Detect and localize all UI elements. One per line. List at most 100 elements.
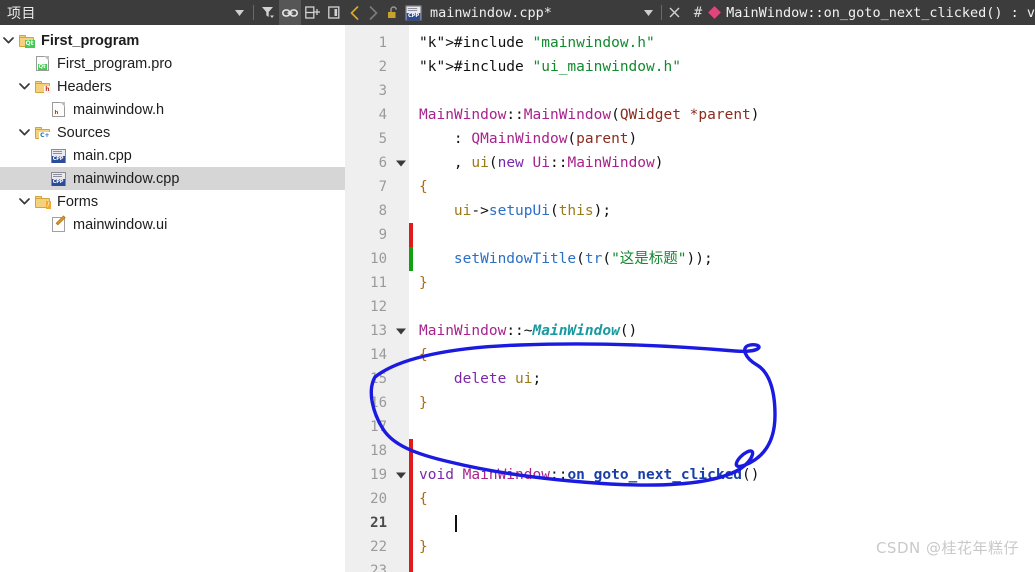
project-tree[interactable]: Qt First_program Qt First_program.pro h Heade… <box>0 25 345 236</box>
tree-item-first-program-pro[interactable]: Qt First_program.pro <box>0 52 345 75</box>
qt-creator-window: 项目 Qt First_program Qt First_program.pro… <box>0 0 1035 572</box>
tree-item-mainwindow-h[interactable]: h mainwindow.h <box>0 98 345 121</box>
tree-item-label: First_program.pro <box>57 55 173 72</box>
code-line[interactable]: MainWindow::MainWindow(QWidget *parent) <box>419 103 1035 127</box>
chevron-down-icon[interactable] <box>16 190 32 213</box>
code-line[interactable]: { <box>419 487 1035 511</box>
back-arrow-icon[interactable] <box>345 0 364 25</box>
split-add-icon[interactable] <box>301 0 323 25</box>
tree-item-forms[interactable]: / Forms <box>0 190 345 213</box>
line-number: 6 <box>378 155 387 171</box>
fold-empty <box>393 487 409 511</box>
code-line[interactable]: { <box>419 343 1035 367</box>
fold-empty <box>393 343 409 367</box>
editor-tab-filename[interactable]: mainwindow.cpp* <box>430 5 552 21</box>
code-line[interactable]: "k">#include "ui_mainwindow.h" <box>419 55 1035 79</box>
csdn-watermark: CSDN @桂花年糕仔 <box>875 539 1019 557</box>
code-line[interactable] <box>419 79 1035 103</box>
tree-item-label: First_program <box>41 32 140 49</box>
line-number: 15 <box>370 371 387 387</box>
line-number: 22 <box>370 539 387 555</box>
code-line[interactable] <box>419 295 1035 319</box>
code-text-area[interactable]: "k">#include "mainwindow.h" "k">#include … <box>413 25 1035 572</box>
fold-empty <box>393 223 409 247</box>
code-editor[interactable]: 1 2 3 4 5 6 7 8 9 10 11 12 13 14 15 16 17 18 19 20 21 22 23 "k… <box>345 25 1035 572</box>
unlocked-padlock-icon[interactable] <box>383 0 402 25</box>
tree-item-label: mainwindow.cpp <box>73 170 180 187</box>
tree-item-label: Forms <box>57 193 99 210</box>
line-number: 20 <box>370 491 387 507</box>
fold-triangle-icon[interactable] <box>393 151 409 175</box>
chevron-down-icon[interactable] <box>16 75 32 98</box>
dropdown-arrow-icon[interactable] <box>228 0 250 25</box>
fold-empty <box>393 79 409 103</box>
fold-empty <box>393 367 409 391</box>
line-number: 21 <box>370 515 387 531</box>
code-line[interactable] <box>419 511 1035 535</box>
line-number: 17 <box>370 419 387 435</box>
tree-item-label: Sources <box>57 124 111 141</box>
code-line[interactable]: ui->setupUi(this); <box>419 199 1035 223</box>
tree-item-label: mainwindow.h <box>73 101 165 118</box>
project-panel: 项目 Qt First_program Qt First_program.pro… <box>0 0 345 572</box>
tree-item-mainwindow-ui[interactable]: mainwindow.ui <box>0 213 345 236</box>
fold-empty <box>393 271 409 295</box>
line-number: 4 <box>378 107 387 123</box>
code-line[interactable]: setWindowTitle(tr("这是标题")); <box>419 247 1035 271</box>
line-number: 18 <box>370 443 387 459</box>
fold-empty <box>393 55 409 79</box>
chevron-down-icon[interactable] <box>0 29 16 52</box>
code-line[interactable] <box>419 559 1035 572</box>
link-icon[interactable] <box>279 0 301 25</box>
editor-pane: CPP mainwindow.cpp* # MainWindow::on_got… <box>345 0 1035 572</box>
code-line[interactable]: MainWindow::~MainWindow() <box>419 319 1035 343</box>
tree-item-label: Headers <box>57 78 112 95</box>
tree-item-first-program[interactable]: Qt First_program <box>0 29 345 52</box>
line-number-gutter: 1 2 3 4 5 6 7 8 9 10 11 12 13 14 15 16 17 18 19 20 21 22 23 <box>345 25 393 572</box>
tree-item-main-cpp[interactable]: CPP main.cpp <box>0 144 345 167</box>
code-line[interactable]: { <box>419 175 1035 199</box>
fold-empty <box>393 535 409 559</box>
line-number: 10 <box>370 251 387 267</box>
tree-item-label: main.cpp <box>73 147 132 164</box>
code-line[interactable]: } <box>419 271 1035 295</box>
code-line[interactable]: delete ui; <box>419 367 1035 391</box>
code-line[interactable] <box>419 439 1035 463</box>
project-panel-title: 项目 <box>7 4 36 21</box>
code-line[interactable]: void MainWindow::on_goto_next_clicked() <box>419 463 1035 487</box>
code-line[interactable] <box>419 223 1035 247</box>
line-number: 16 <box>370 395 387 411</box>
close-icon[interactable] <box>665 0 684 25</box>
code-line[interactable] <box>419 415 1035 439</box>
filter-icon[interactable] <box>257 0 279 25</box>
tree-item-headers[interactable]: h Headers <box>0 75 345 98</box>
line-number: 19 <box>370 467 387 483</box>
fold-marker-column[interactable] <box>393 25 409 572</box>
collapse-panel-icon[interactable] <box>323 0 345 25</box>
tree-item-mainwindow-cpp[interactable]: CPP mainwindow.cpp <box>0 167 345 190</box>
text-cursor <box>455 515 457 532</box>
fold-triangle-icon[interactable] <box>393 319 409 343</box>
chevron-down-icon[interactable] <box>16 121 32 144</box>
line-number: 13 <box>370 323 387 339</box>
fold-empty <box>393 559 409 572</box>
fold-empty <box>393 391 409 415</box>
line-number: 1 <box>378 35 387 51</box>
function-diamond-icon <box>708 6 722 19</box>
fold-empty <box>393 295 409 319</box>
symbol-navigation-bar[interactable]: # MainWindow::on_goto_next_clicked() : v <box>684 0 1035 25</box>
line-number: 12 <box>370 299 387 315</box>
chevron-down-icon[interactable] <box>639 0 658 25</box>
line-number: 8 <box>378 203 387 219</box>
tree-item-sources[interactable]: C+ Sources <box>0 121 345 144</box>
tabbar-divider <box>660 5 662 20</box>
code-line[interactable]: : QMainWindow(parent) <box>419 127 1035 151</box>
toolbar-divider <box>253 5 254 20</box>
fold-triangle-icon[interactable] <box>393 463 409 487</box>
code-line[interactable]: "k">#include "mainwindow.h" <box>419 31 1035 55</box>
line-number: 9 <box>378 227 387 243</box>
code-line[interactable]: , ui(new Ui::MainWindow) <box>419 151 1035 175</box>
code-line[interactable]: } <box>419 391 1035 415</box>
h-file-icon: h <box>48 102 68 117</box>
forward-arrow-icon[interactable] <box>364 0 383 25</box>
